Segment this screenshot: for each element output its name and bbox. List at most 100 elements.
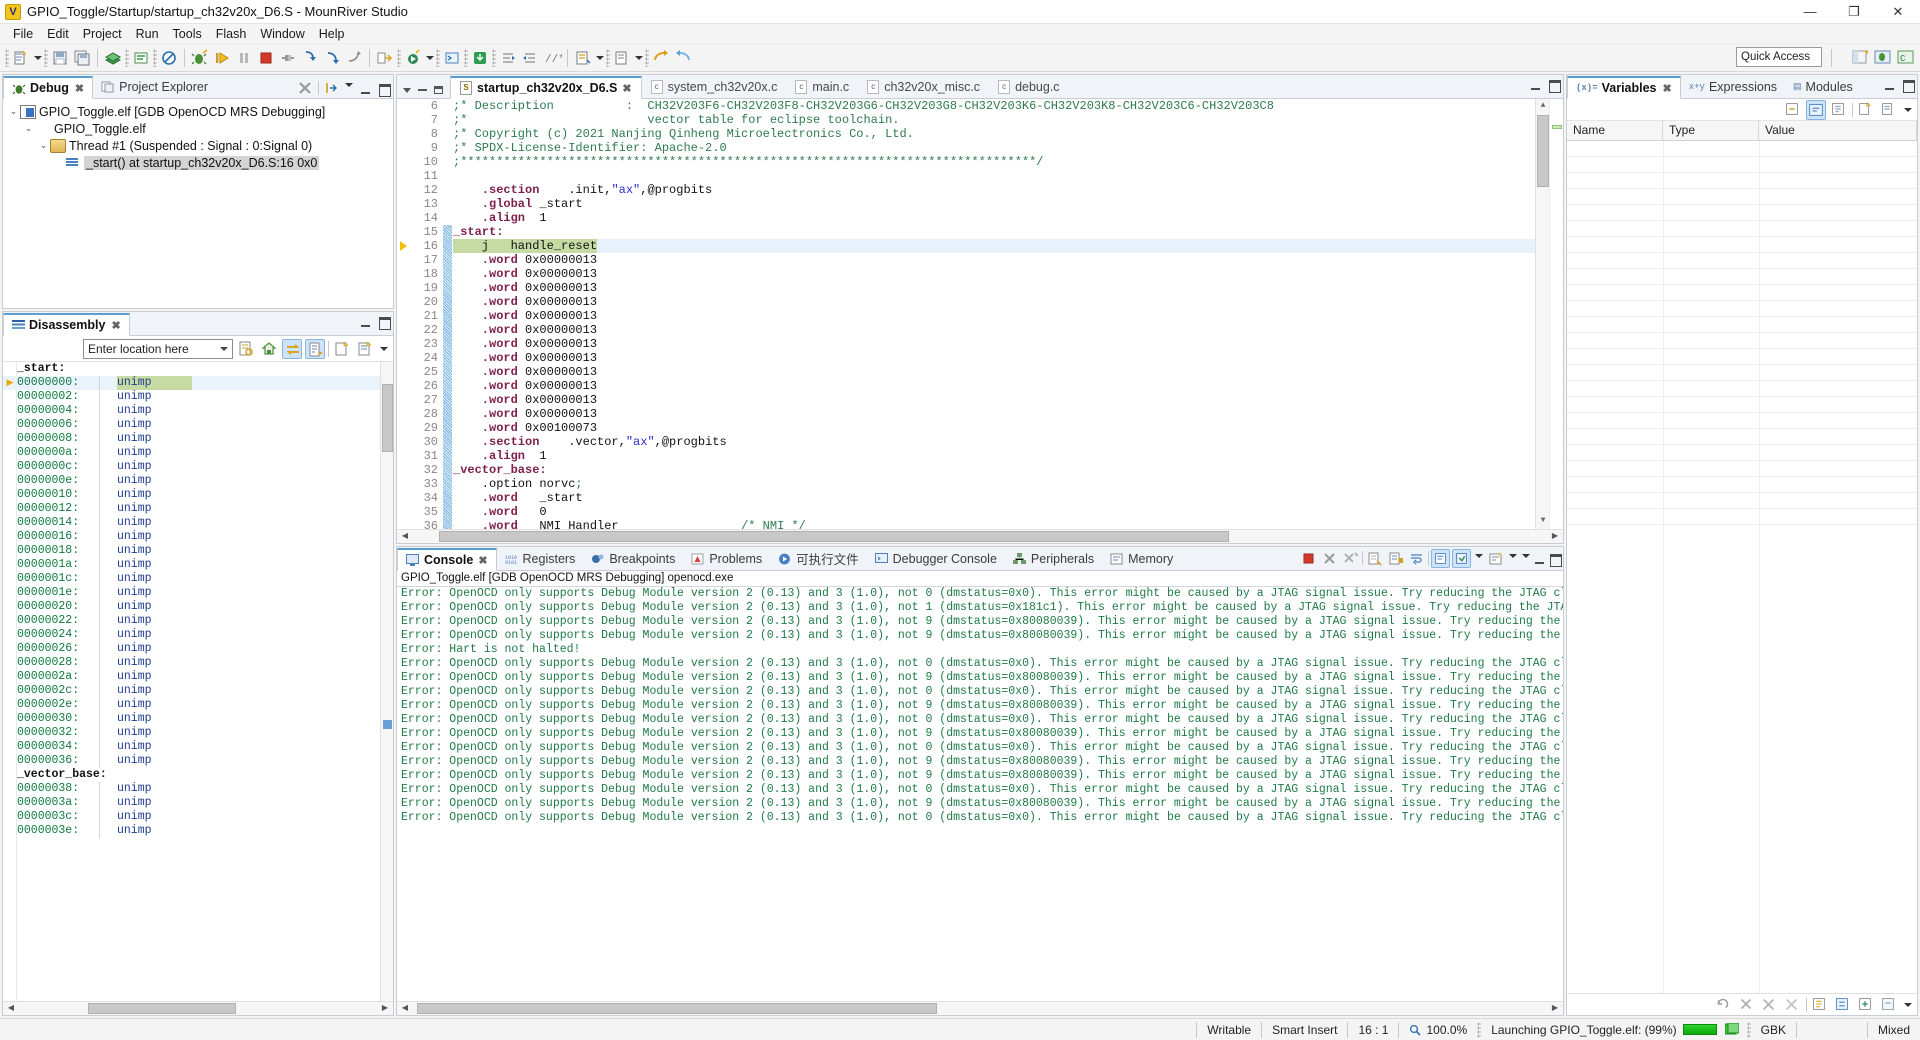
editor-code-line[interactable]: .word 0x00000013 xyxy=(453,351,1535,365)
tab-debugger-console[interactable]: Debugger Console xyxy=(867,547,1005,570)
editor-body[interactable]: 6 7 8 9 10 11 12 13 14 15 16 17 18 19 20 21 22 23 24 25 26 27… xyxy=(397,99,1563,529)
chevron-down-icon[interactable]: ⌄ xyxy=(22,123,35,134)
disconnect-icon[interactable] xyxy=(278,48,298,68)
clear-console-icon[interactable] xyxy=(1365,549,1384,568)
save-icon[interactable] xyxy=(50,48,70,68)
close-icon[interactable]: ✖ xyxy=(478,554,487,567)
home-icon[interactable] xyxy=(259,339,279,359)
display-selected-console-icon[interactable] xyxy=(1452,548,1471,568)
editor-code-line[interactable]: ;* Copyright (c) 2021 Nanjing Qinheng Mi… xyxy=(453,127,1535,141)
editor-code-line[interactable]: .word 0x00000013 xyxy=(453,253,1535,267)
editor-scroll-thumb[interactable] xyxy=(1537,115,1549,187)
disassembly-row[interactable]: 00000008: unimp xyxy=(3,432,393,446)
editor-marker-ruler[interactable] xyxy=(397,99,411,529)
suspend-icon[interactable] xyxy=(234,48,254,68)
editor-tab-debug-c[interactable]: c debug.c xyxy=(989,75,1068,98)
next-annotation-caret[interactable] xyxy=(595,48,604,68)
debug-maximize-icon[interactable] xyxy=(377,82,391,97)
variables-view-menu-caret[interactable] xyxy=(1903,100,1912,120)
editor-code-line[interactable]: ;* Description : CH32V203F6-CH32V203F8-C… xyxy=(453,99,1535,113)
debug-icon[interactable] xyxy=(190,48,210,68)
debug-tree-node[interactable]: ⌄ Thread #1 (Suspended : Signal : 0:Signa… xyxy=(3,137,393,154)
build-console-icon[interactable] xyxy=(131,48,151,68)
memory-monitor-icon[interactable] xyxy=(1810,995,1830,1015)
disassembly-row[interactable]: 00000014: unimp xyxy=(3,516,393,530)
close-icon[interactable]: ✖ xyxy=(75,82,84,95)
editor-code-line[interactable]: .option norvc; xyxy=(453,477,1535,491)
memory-render-icon[interactable] xyxy=(1833,995,1853,1015)
disassembly-location-input[interactable]: Enter location here xyxy=(83,338,233,359)
editor-tab-system-ch32v20x-c[interactable]: c system_ch32v20x.c xyxy=(642,75,787,98)
close-icon[interactable]: ✖ xyxy=(111,319,120,332)
variables-bottom-menu-caret[interactable] xyxy=(1903,995,1912,1015)
tab-variables[interactable]: (x)= Variables ✖ xyxy=(1567,76,1681,99)
console-scroll-right-arrow[interactable]: ▶ xyxy=(1549,1003,1561,1014)
tab-peripherals[interactable]: Peripherals xyxy=(1005,547,1102,570)
collapse-all-icon[interactable] xyxy=(1783,100,1803,120)
disassembly-row[interactable]: 00000022: unimp xyxy=(3,614,393,628)
disassembly-row[interactable]: 00000012: unimp xyxy=(3,502,393,516)
disassembly-label-row[interactable]: _vector_base: xyxy=(3,768,393,782)
editor-maximize-small-icon[interactable] xyxy=(434,86,443,94)
show-logical-structure-icon[interactable] xyxy=(1829,100,1849,120)
editor-code-line[interactable]: .word 0x00000013 xyxy=(453,309,1535,323)
disassembly-row[interactable]: 0000002a: unimp xyxy=(3,670,393,684)
variables-column-header-value[interactable]: Value xyxy=(1759,121,1917,140)
editor-scroll-left-arrow[interactable]: ◀ xyxy=(399,531,411,542)
scroll-up-arrow[interactable]: ▲ xyxy=(1538,101,1548,112)
variables-column-header-name[interactable]: Name xyxy=(1567,121,1663,140)
disassembly-row[interactable]: 0000000a: unimp xyxy=(3,446,393,460)
disassembly-row[interactable]: 0000000c: unimp xyxy=(3,460,393,474)
step-return-icon[interactable] xyxy=(344,48,364,68)
editor-tab-main-c[interactable]: c main.c xyxy=(786,75,858,98)
terminate-icon[interactable] xyxy=(256,48,276,68)
editor-code-line[interactable]: ;* vector table for eclipse toolchain. xyxy=(453,113,1535,127)
editor-code[interactable]: ;* Description : CH32V203F6-CH32V203F8-C… xyxy=(453,99,1535,529)
window-close-button[interactable]: ✕ xyxy=(1876,0,1920,24)
editor-code-line[interactable]: ;* SPDX-License-Identifier: Apache-2.0 xyxy=(453,141,1535,155)
editor-maximize-icon[interactable] xyxy=(1547,78,1561,93)
forward-icon[interactable] xyxy=(673,48,693,68)
debug-minimize-icon[interactable] xyxy=(359,82,372,95)
disassembly-row[interactable]: 00000034: unimp xyxy=(3,740,393,754)
editor-code-line[interactable]: .word 0x00000013 xyxy=(453,337,1535,351)
menu-item-run[interactable]: Run xyxy=(129,25,166,43)
prev-annotation-caret[interactable] xyxy=(634,48,643,68)
disassembly-vertical-scrollbar[interactable] xyxy=(380,362,393,1001)
disassembly-row[interactable]: 00000024: unimp xyxy=(3,628,393,642)
editor-code-line[interactable]: .align 1 xyxy=(453,211,1535,225)
run-icon[interactable] xyxy=(403,48,423,68)
disassembly-row[interactable]: 00000032: unimp xyxy=(3,726,393,740)
editor-code-line[interactable]: .global _start xyxy=(453,197,1535,211)
scroll-right-arrow[interactable]: ▶ xyxy=(379,1003,391,1014)
editor-code-line[interactable]: .align 1 xyxy=(453,449,1535,463)
editor-code-line[interactable]: .word 0x00000013 xyxy=(453,281,1535,295)
back-icon[interactable] xyxy=(651,48,671,68)
tab-debug[interactable]: Debug ✖ xyxy=(3,76,94,99)
open-perspective-icon[interactable] xyxy=(1850,48,1870,67)
menu-item-flash[interactable]: Flash xyxy=(209,25,254,43)
scroll-left-arrow[interactable]: ◀ xyxy=(5,1003,17,1014)
next-annotation-icon[interactable] xyxy=(573,48,593,68)
tab-modules[interactable]: ▤ Modules xyxy=(1785,75,1861,98)
tab-disassembly[interactable]: Disassembly ✖ xyxy=(3,313,130,336)
run-dropdown-caret[interactable] xyxy=(425,48,434,68)
refresh-icon[interactable] xyxy=(1714,995,1734,1015)
disassembly-row[interactable]: 00000010: unimp xyxy=(3,488,393,502)
console-minimize-icon[interactable] xyxy=(1533,552,1546,565)
tab-memory[interactable]: Memory xyxy=(1102,547,1181,570)
quick-access-field[interactable]: Quick Access xyxy=(1736,47,1822,67)
disassembly-label-row[interactable]: _start: xyxy=(3,362,393,376)
build-icon[interactable] xyxy=(103,48,123,68)
disassembly-row[interactable]: 0000001c: unimp xyxy=(3,572,393,586)
editor-code-line[interactable]: .word 0x00000013 xyxy=(453,365,1535,379)
disassembly-horizontal-scrollbar[interactable]: ◀ ▶ xyxy=(3,1001,393,1015)
editor-vertical-scrollbar[interactable]: ▲ ▼ xyxy=(1535,99,1549,529)
disassembly-row[interactable]: 00000028: unimp xyxy=(3,656,393,670)
editor-code-line[interactable]: .word 0x00000013 xyxy=(453,295,1535,309)
tab-project-explorer[interactable]: Project Explorer xyxy=(93,75,216,98)
console-hscroll-thumb[interactable] xyxy=(417,1003,937,1014)
scroll-down-arrow[interactable]: ▼ xyxy=(1538,516,1548,527)
disassembly-row[interactable]: 0000003c: unimp xyxy=(3,810,393,824)
editor-code-line[interactable]: .section .init,"ax",@progbits xyxy=(453,183,1535,197)
